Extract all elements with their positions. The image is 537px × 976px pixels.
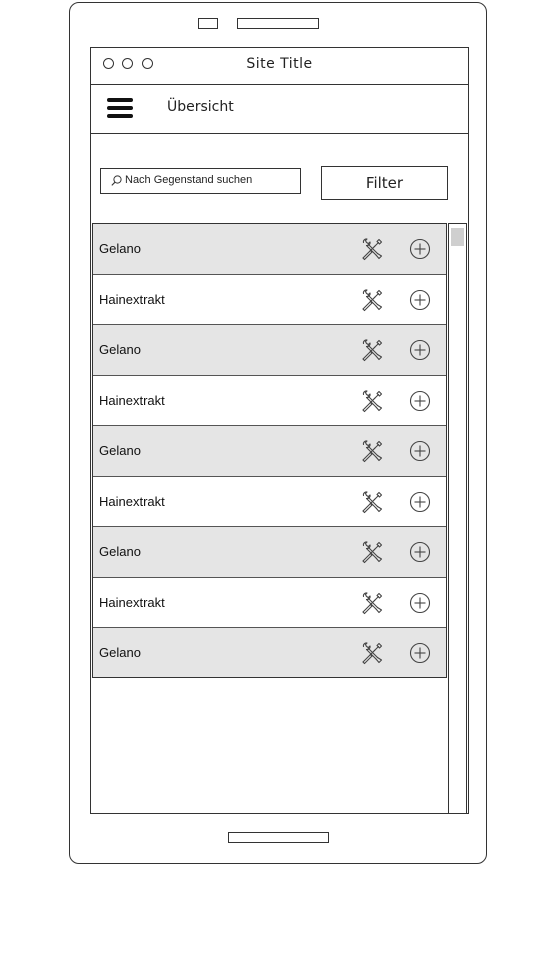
tools-icon[interactable] — [360, 439, 384, 467]
list-item[interactable]: Hainextrakt — [93, 578, 446, 628]
list-item-label: Gelano — [99, 645, 141, 660]
window-titlebar: Site Title — [91, 48, 468, 85]
tools-icon[interactable] — [360, 338, 384, 366]
list-item-label: Gelano — [99, 544, 141, 559]
list-item[interactable]: Gelano — [93, 426, 446, 477]
tools-icon[interactable] — [360, 288, 384, 316]
plus-circle-icon[interactable] — [408, 389, 432, 417]
plus-circle-icon[interactable] — [408, 237, 432, 265]
tools-icon[interactable] — [360, 237, 384, 265]
phone-camera — [198, 18, 218, 29]
page-title: Übersicht — [167, 99, 234, 115]
filter-button[interactable]: Filter — [321, 166, 448, 200]
list-item[interactable]: Hainextrakt — [93, 376, 446, 426]
plus-circle-icon[interactable] — [408, 591, 432, 619]
tools-icon[interactable] — [360, 540, 384, 568]
plus-circle-icon[interactable] — [408, 288, 432, 316]
tools-icon[interactable] — [360, 389, 384, 417]
search-icon — [111, 175, 122, 186]
list-item-label: Hainextrakt — [99, 392, 165, 408]
scrollbar-thumb[interactable] — [451, 228, 464, 246]
list-item-label: Hainextrakt — [99, 291, 165, 307]
list-item-label: Hainextrakt — [99, 493, 165, 509]
phone-speaker — [237, 18, 319, 29]
list-item-label: Gelano — [99, 342, 141, 357]
tools-icon[interactable] — [360, 591, 384, 619]
plus-circle-icon[interactable] — [408, 641, 432, 669]
plus-circle-icon[interactable] — [408, 490, 432, 518]
navbar: Übersicht — [91, 85, 468, 134]
list-item-label: Gelano — [99, 241, 141, 256]
list-scrollbar[interactable] — [448, 223, 467, 813]
list-item-label: Gelano — [99, 443, 141, 458]
site-title: Site Title — [246, 56, 313, 72]
plus-circle-icon[interactable] — [408, 439, 432, 467]
search-input[interactable]: Nach Gegenstand suchen — [100, 168, 301, 194]
list-item[interactable]: Gelano — [93, 224, 446, 275]
list-item[interactable]: Hainextrakt — [93, 477, 446, 527]
list-item[interactable]: Gelano — [93, 628, 446, 677]
plus-circle-icon[interactable] — [408, 540, 432, 568]
list-item[interactable]: Hainextrakt — [93, 275, 446, 325]
list-item[interactable]: Gelano — [93, 325, 446, 376]
app-screen: Site Title Übersicht Nach Gegenstand suc… — [90, 47, 469, 814]
list-item-label: Hainextrakt — [99, 594, 165, 610]
tools-icon[interactable] — [360, 641, 384, 669]
tools-icon[interactable] — [360, 490, 384, 518]
plus-circle-icon[interactable] — [408, 338, 432, 366]
phone-home-button[interactable] — [228, 832, 329, 843]
list-item[interactable]: Gelano — [93, 527, 446, 578]
search-placeholder: Nach Gegenstand suchen — [125, 174, 253, 186]
item-list: Gelano Hainextrakt Gelano Hainextrakt Gelano… — [92, 223, 447, 678]
hamburger-icon[interactable] — [107, 98, 133, 119]
